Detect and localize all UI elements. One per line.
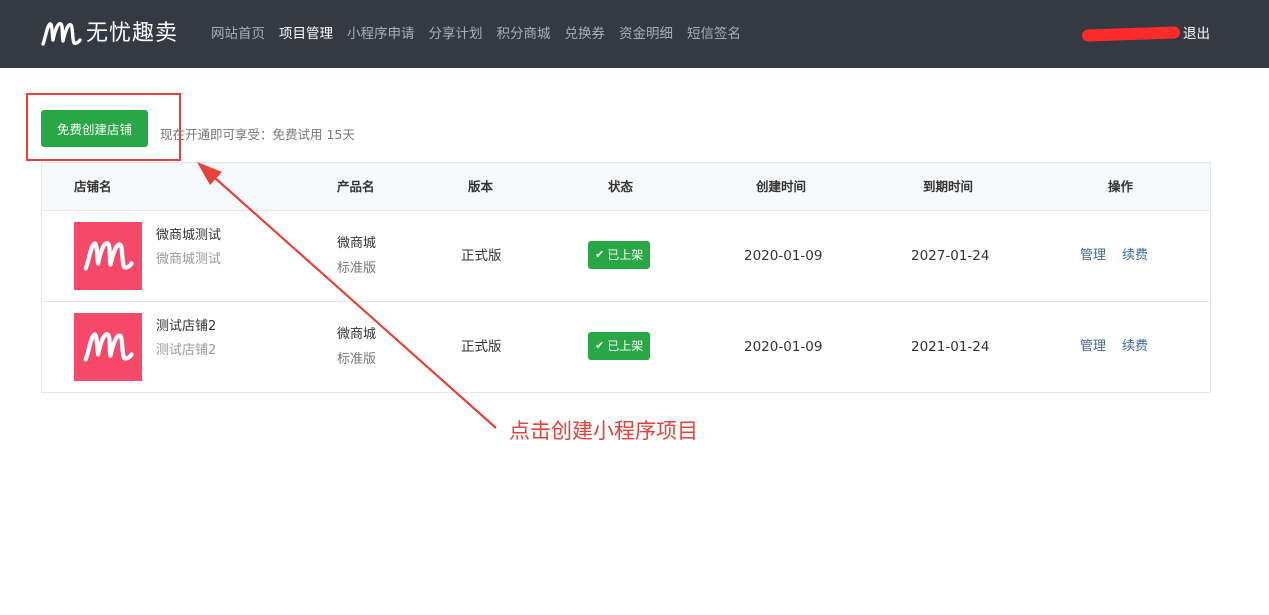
manage-link[interactable]: 管理 bbox=[1080, 338, 1106, 356]
version-cell: 正式版 bbox=[461, 248, 502, 264]
stores-table: 店铺名 产品名 版本 状态 创建时间 到期时间 操作 微商城测试 微商城测试 微… bbox=[41, 162, 1211, 393]
brand-name: 无忧趣卖 bbox=[86, 21, 179, 46]
product-name: 微商城 bbox=[337, 236, 377, 251]
check-icon: ✔ bbox=[595, 339, 605, 352]
header-product-name: 产品名 bbox=[337, 179, 375, 194]
user-area: 退出 bbox=[1081, 24, 1210, 44]
nav-item-points-mall[interactable]: 积分商城 bbox=[497, 24, 551, 44]
check-icon: ✔ bbox=[595, 248, 605, 261]
version-cell: 正式版 bbox=[461, 339, 502, 355]
created-time-cell: 2020-01-09 bbox=[744, 339, 823, 355]
header-expire-time: 到期时间 bbox=[923, 179, 974, 194]
logout-link[interactable]: 退出 bbox=[1183, 24, 1210, 44]
brand-logo[interactable]: 无忧趣卖 bbox=[40, 18, 178, 50]
header-actions: 操作 bbox=[1108, 179, 1134, 194]
main-nav: 网站首页 项目管理 小程序申请 分享计划 积分商城 兑换券 资金明细 短信签名 bbox=[211, 24, 755, 44]
status-badge: ✔ 已上架 bbox=[588, 241, 651, 269]
status-label: 已上架 bbox=[607, 339, 644, 353]
table-header: 店铺名 产品名 版本 状态 创建时间 到期时间 操作 bbox=[42, 163, 1210, 211]
status-badge: ✔ 已上架 bbox=[588, 332, 651, 360]
nav-item-miniprogram-apply[interactable]: 小程序申请 bbox=[347, 24, 415, 44]
wm-logo-icon bbox=[83, 241, 134, 271]
store-subtitle: 微商城测试 bbox=[156, 252, 222, 267]
nav-item-projects[interactable]: 项目管理 bbox=[279, 24, 333, 44]
expire-time-cell: 2021-01-24 bbox=[911, 339, 990, 355]
header-version: 版本 bbox=[468, 179, 494, 194]
table-row: 微商城测试 微商城测试 微商城 标准版 正式版 ✔ 已上架 2020-01-09… bbox=[42, 211, 1210, 302]
renew-link[interactable]: 续费 bbox=[1122, 247, 1148, 265]
wm-logo-icon bbox=[83, 332, 134, 362]
nav-item-home[interactable]: 网站首页 bbox=[211, 24, 265, 44]
top-navbar: 无忧趣卖 网站首页 项目管理 小程序申请 分享计划 积分商城 兑换券 资金明细 … bbox=[0, 0, 1269, 68]
redacted-username bbox=[1081, 26, 1181, 42]
annotation-highlight-box bbox=[26, 93, 181, 161]
store-subtitle: 测试店铺2 bbox=[156, 343, 217, 358]
header-created-time: 创建时间 bbox=[756, 179, 807, 194]
wm-logo-icon bbox=[41, 22, 82, 46]
product-edition: 标准版 bbox=[337, 352, 377, 367]
product-edition: 标准版 bbox=[337, 261, 377, 276]
store-name: 微商城测试 bbox=[156, 228, 222, 243]
trial-promo-text: 现在开通即可享受：免费试用 15天 bbox=[160, 127, 355, 142]
nav-item-funds[interactable]: 资金明细 bbox=[619, 24, 673, 44]
nav-item-share-plan[interactable]: 分享计划 bbox=[429, 24, 483, 44]
product-name: 微商城 bbox=[337, 327, 377, 342]
annotation-text: 点击创建小程序项目 bbox=[509, 419, 698, 443]
store-thumbnail bbox=[74, 222, 142, 290]
store-thumbnail bbox=[74, 313, 142, 381]
header-status: 状态 bbox=[608, 179, 634, 194]
created-time-cell: 2020-01-09 bbox=[744, 248, 823, 264]
header-store-name: 店铺名 bbox=[74, 179, 112, 194]
status-label: 已上架 bbox=[607, 248, 644, 262]
store-name: 测试店铺2 bbox=[156, 319, 217, 334]
nav-item-sms-signature[interactable]: 短信签名 bbox=[687, 24, 741, 44]
renew-link[interactable]: 续费 bbox=[1122, 338, 1148, 356]
expire-time-cell: 2027-01-24 bbox=[911, 248, 990, 264]
table-row: 测试店铺2 测试店铺2 微商城 标准版 正式版 ✔ 已上架 2020-01-09… bbox=[42, 302, 1210, 393]
nav-item-coupons[interactable]: 兑换券 bbox=[565, 24, 606, 44]
manage-link[interactable]: 管理 bbox=[1080, 247, 1106, 265]
